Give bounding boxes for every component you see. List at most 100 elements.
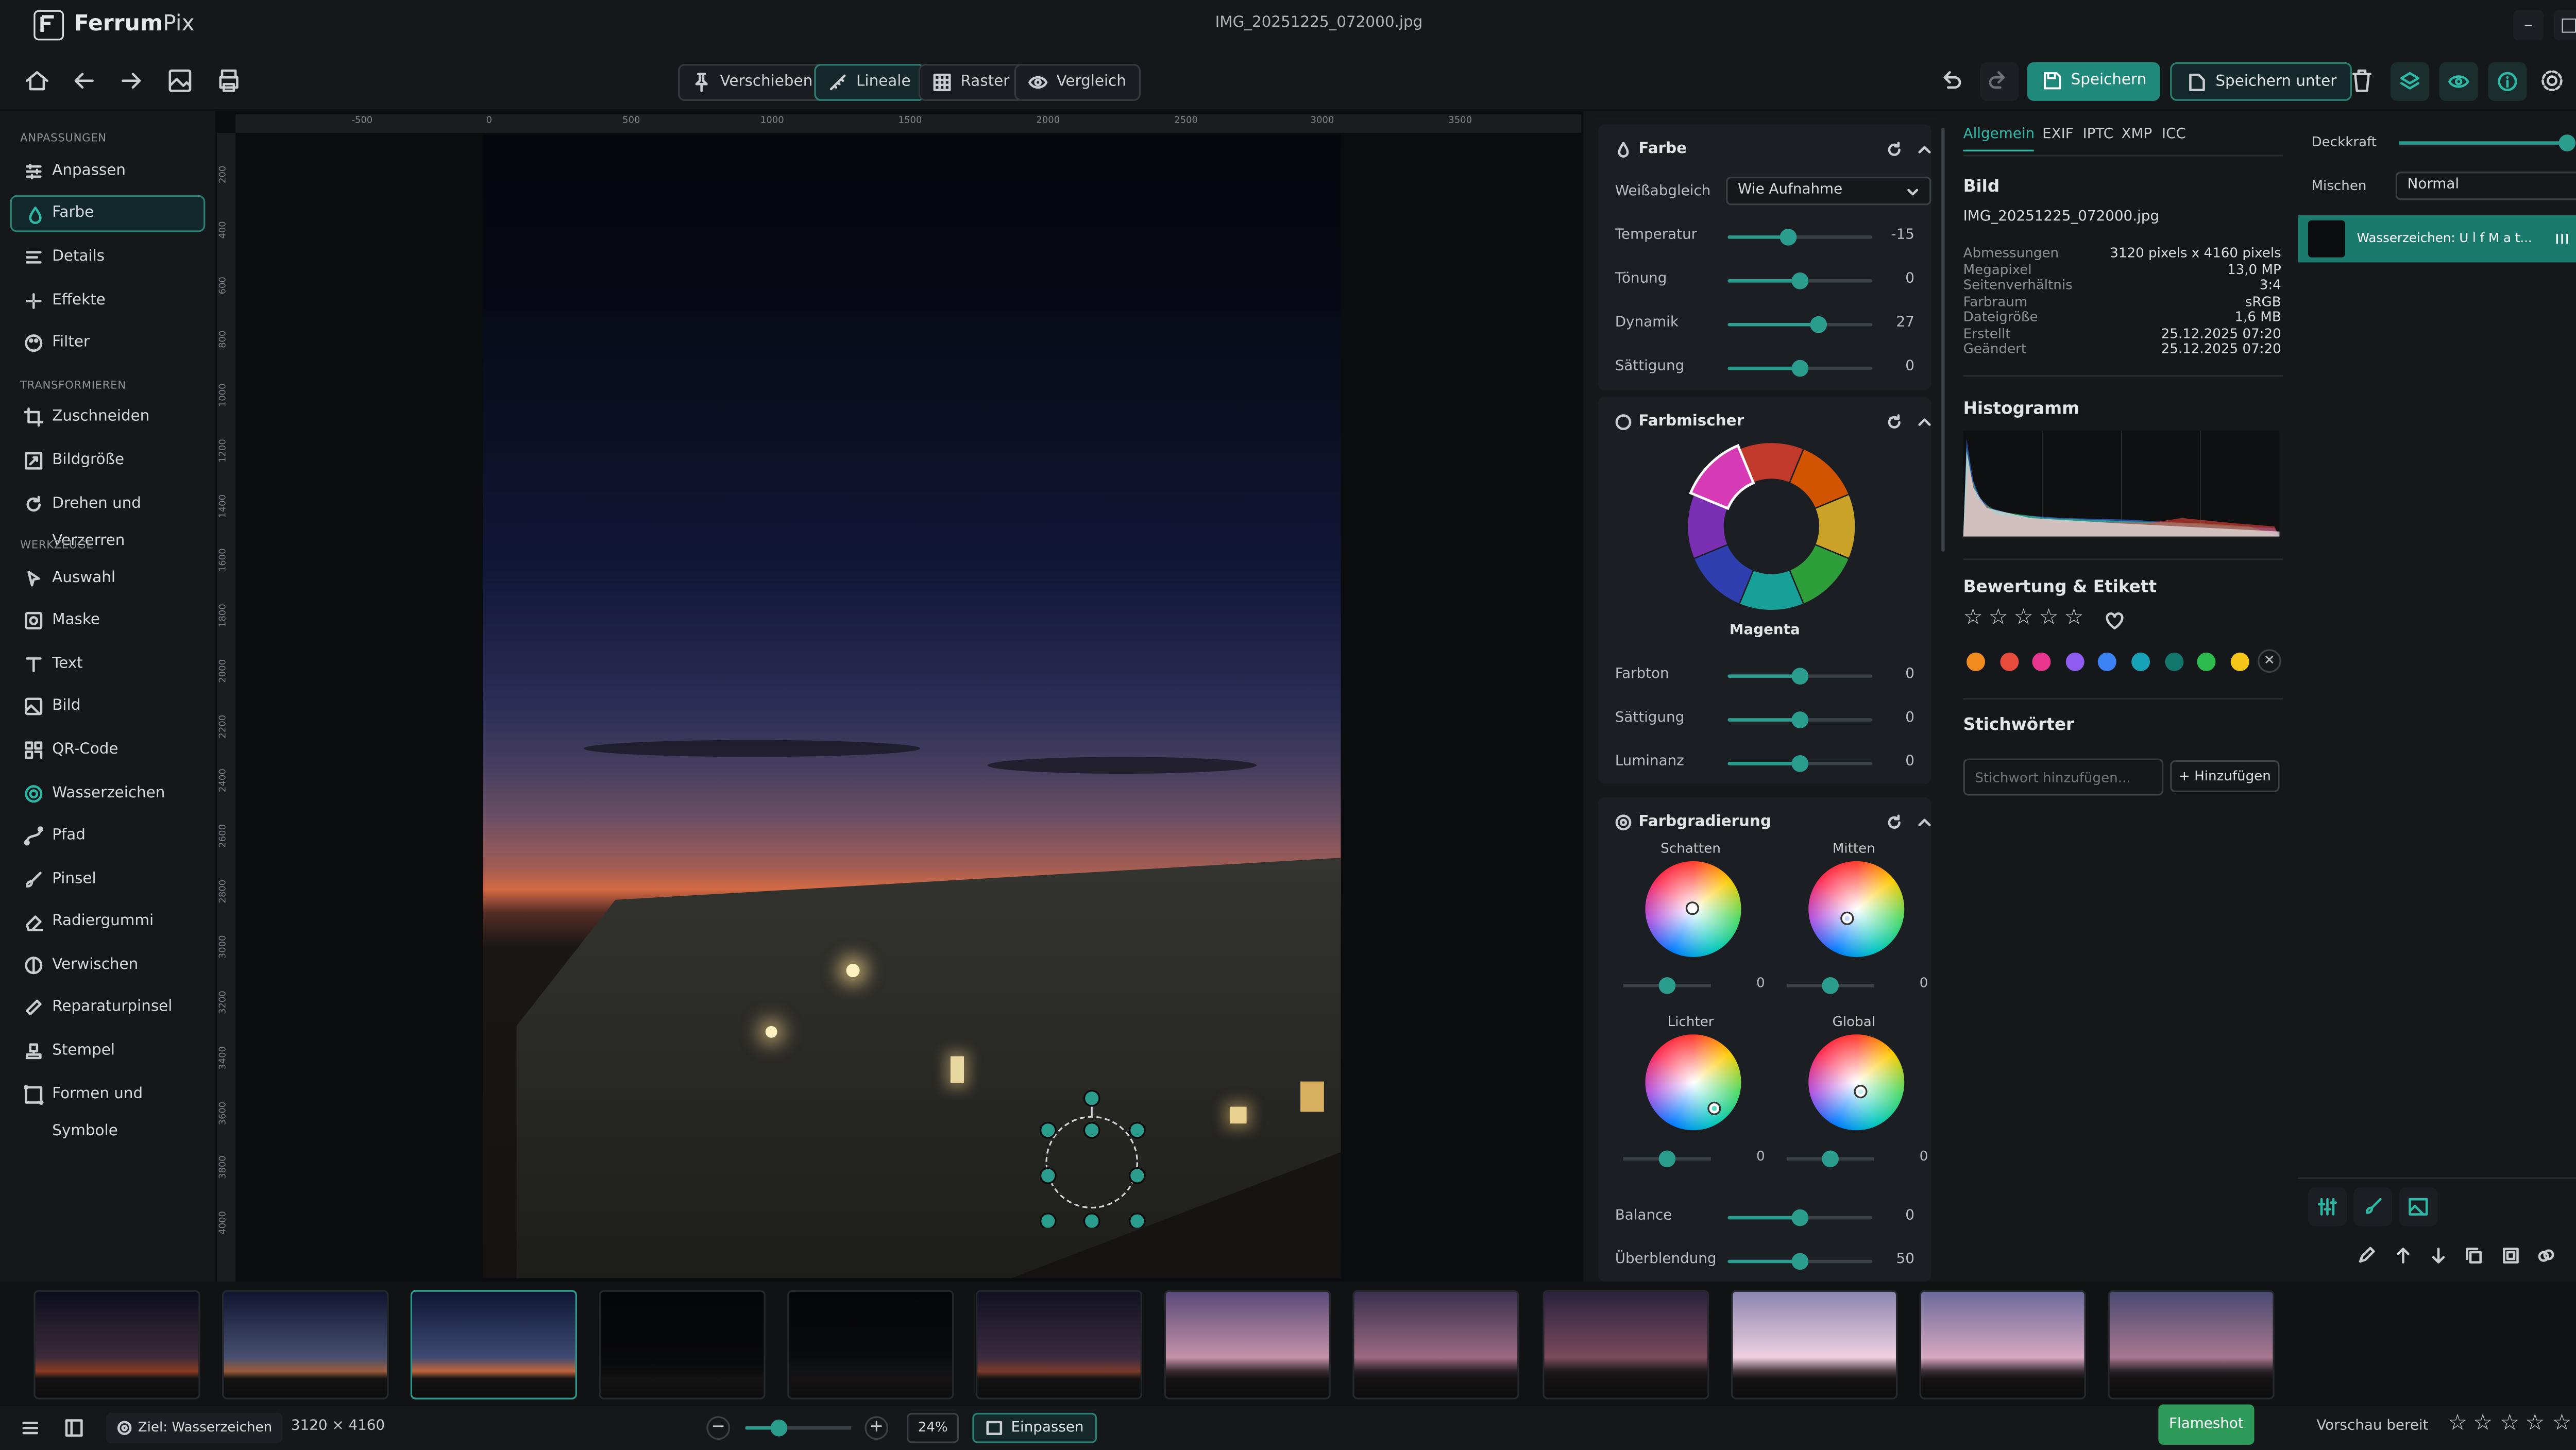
sidebar-item-details[interactable]: Details bbox=[10, 239, 206, 276]
print-icon[interactable] bbox=[214, 65, 244, 96]
slider-track[interactable] bbox=[1727, 360, 1873, 377]
shadows-slider[interactable] bbox=[1623, 977, 1711, 994]
filmstrip-thumbnail[interactable] bbox=[410, 1290, 577, 1400]
reset-icon[interactable] bbox=[1886, 814, 1903, 831]
redo-button[interactable] bbox=[1980, 62, 2019, 101]
color-label-dot[interactable] bbox=[2197, 652, 2216, 671]
sidebar-item-text[interactable]: Text bbox=[10, 646, 206, 683]
filmstrip-thumbnail[interactable] bbox=[1164, 1290, 1331, 1400]
filmstrip-thumbnail[interactable] bbox=[222, 1290, 389, 1400]
slider-knob[interactable] bbox=[1791, 1253, 1809, 1270]
global-slider[interactable] bbox=[1786, 1150, 1874, 1168]
move-up-icon[interactable] bbox=[2394, 1247, 2413, 1265]
add-adjustment-layer-button[interactable] bbox=[2308, 1187, 2347, 1226]
rating-star-5[interactable]: ☆ bbox=[2064, 606, 2084, 631]
maximize-button[interactable]: □ bbox=[2553, 10, 2576, 41]
sidebar-item-stempel[interactable]: Stempel bbox=[10, 1033, 206, 1070]
mask-link-icon[interactable] bbox=[2537, 1247, 2555, 1265]
wheel-handle[interactable] bbox=[1854, 1085, 1868, 1099]
slider-knob[interactable] bbox=[1791, 755, 1809, 772]
wheel-handle[interactable] bbox=[1707, 1101, 1721, 1115]
slider-knob[interactable] bbox=[1791, 668, 1809, 685]
slider-track[interactable] bbox=[1727, 1209, 1873, 1226]
chevron-up-icon[interactable] bbox=[1916, 414, 1933, 431]
trash-icon[interactable] bbox=[2347, 65, 2377, 96]
sidebar-item-formen[interactable]: Formen und Symbole bbox=[10, 1077, 206, 1140]
sidebar-item-drehen[interactable]: Drehen und Verzerren bbox=[10, 486, 206, 550]
add-keyword-button[interactable]: + Hinzufügen bbox=[2170, 760, 2280, 792]
status-star-3[interactable]: ☆ bbox=[2500, 1411, 2519, 1437]
sidebar-item-maske[interactable]: Maske bbox=[10, 602, 206, 639]
minimize-button[interactable]: – bbox=[2513, 10, 2544, 41]
gallery-icon[interactable] bbox=[165, 65, 195, 96]
color-label-dot[interactable] bbox=[2131, 652, 2150, 671]
color-label-dot[interactable] bbox=[2065, 652, 2084, 671]
watermark-selection[interactable] bbox=[1029, 1085, 1164, 1228]
tab-iptc[interactable]: IPTC bbox=[2082, 126, 2113, 143]
clear-label-button[interactable]: ✕ bbox=[2258, 649, 2281, 673]
zoom-in-button[interactable]: + bbox=[865, 1416, 889, 1440]
slider-knob[interactable] bbox=[1822, 1150, 1839, 1168]
highlights-slider[interactable] bbox=[1623, 1150, 1711, 1168]
status-star-5[interactable]: ☆ bbox=[2552, 1411, 2571, 1437]
sidebar-item-radiergummi[interactable]: Radiergummi bbox=[10, 903, 206, 940]
image-preview[interactable] bbox=[483, 134, 1341, 1278]
sidebar-item-effekte[interactable]: Effekte bbox=[10, 283, 206, 320]
adjust-icon[interactable] bbox=[2554, 230, 2571, 247]
zoom-slider[interactable] bbox=[745, 1419, 852, 1437]
slider-knob[interactable] bbox=[1658, 1150, 1676, 1168]
tab-xmp[interactable]: XMP bbox=[2122, 126, 2153, 143]
hue-mixer-ring[interactable] bbox=[1682, 437, 1860, 616]
sidebar-item-pfad[interactable]: Pfad bbox=[10, 817, 206, 855]
reset-icon[interactable] bbox=[1886, 141, 1903, 158]
slider-track[interactable] bbox=[1727, 316, 1873, 333]
save-as-button[interactable]: Speichern unter bbox=[2170, 62, 2352, 101]
color-label-dot[interactable] bbox=[2164, 652, 2183, 671]
slider-knob[interactable] bbox=[1822, 977, 1839, 994]
color-label-dot[interactable] bbox=[2230, 652, 2249, 671]
target-badge[interactable]: Ziel: Wasserzeichen bbox=[106, 1412, 282, 1443]
color-label-dot[interactable] bbox=[1999, 652, 2019, 671]
fit-button[interactable]: Einpassen bbox=[972, 1412, 1097, 1443]
slider-knob[interactable] bbox=[2558, 134, 2576, 151]
sidebar-item-bildgroesse[interactable]: Bildgröße bbox=[10, 442, 206, 480]
layer-row[interactable]: Wasserzeichen: U l f M a t... bbox=[2298, 215, 2576, 263]
rating-star-1[interactable]: ☆ bbox=[1963, 606, 1983, 631]
status-star-1[interactable]: ☆ bbox=[2448, 1411, 2467, 1437]
tab-icc[interactable]: ICC bbox=[2162, 126, 2186, 143]
midtones-slider[interactable] bbox=[1786, 977, 1874, 994]
slider-knob[interactable] bbox=[1780, 229, 1797, 246]
mode-lineale-button[interactable]: Lineale bbox=[814, 64, 926, 101]
sidebar-item-anpassen[interactable]: Anpassen bbox=[10, 153, 206, 190]
sidebar-item-qr-code[interactable]: QR-Code bbox=[10, 731, 206, 769]
blend-mode-select[interactable]: Normal bbox=[2395, 172, 2576, 200]
shadows-color-wheel[interactable] bbox=[1645, 861, 1741, 957]
layers-toggle-button[interactable] bbox=[2390, 62, 2430, 101]
mode-verschieben-button[interactable]: Verschieben bbox=[677, 64, 828, 101]
filmstrip-thumbnail[interactable] bbox=[1352, 1290, 1519, 1400]
filmstrip-thumbnail[interactable] bbox=[33, 1290, 200, 1400]
slider-knob[interactable] bbox=[1791, 1209, 1809, 1226]
mode-raster-button[interactable]: Raster bbox=[918, 64, 1025, 101]
save-button[interactable]: Speichern bbox=[2027, 62, 2160, 101]
zoom-level[interactable]: 24% bbox=[906, 1412, 959, 1443]
sidebar-item-reparaturpinsel[interactable]: Reparaturpinsel bbox=[10, 989, 206, 1026]
duplicate-icon[interactable] bbox=[2465, 1247, 2483, 1265]
reset-icon[interactable] bbox=[1886, 414, 1903, 431]
sidebar-item-pinsel[interactable]: Pinsel bbox=[10, 861, 206, 898]
edit-pen-icon[interactable] bbox=[2357, 1247, 2376, 1265]
add-image-layer-button[interactable] bbox=[2399, 1187, 2438, 1226]
filmstrip-thumbnail[interactable] bbox=[1543, 1290, 1709, 1400]
home-icon[interactable] bbox=[22, 65, 52, 96]
rating-star-3[interactable]: ☆ bbox=[2014, 606, 2033, 631]
white-balance-select[interactable]: Wie Aufnahme bbox=[1726, 176, 1931, 206]
zoom-out-button[interactable]: − bbox=[706, 1416, 731, 1440]
slider-track[interactable] bbox=[1727, 668, 1873, 685]
chevron-up-icon[interactable] bbox=[1916, 814, 1933, 831]
status-star-4[interactable]: ☆ bbox=[2525, 1411, 2545, 1437]
slider-knob[interactable] bbox=[1791, 272, 1809, 289]
vertical-ruler[interactable]: 200 400 600 800 1000 1200 1400 1600 1800… bbox=[217, 132, 236, 1282]
slider-knob[interactable] bbox=[1810, 316, 1827, 333]
move-down-icon[interactable] bbox=[2429, 1247, 2448, 1265]
gear-icon[interactable] bbox=[2537, 65, 2567, 96]
